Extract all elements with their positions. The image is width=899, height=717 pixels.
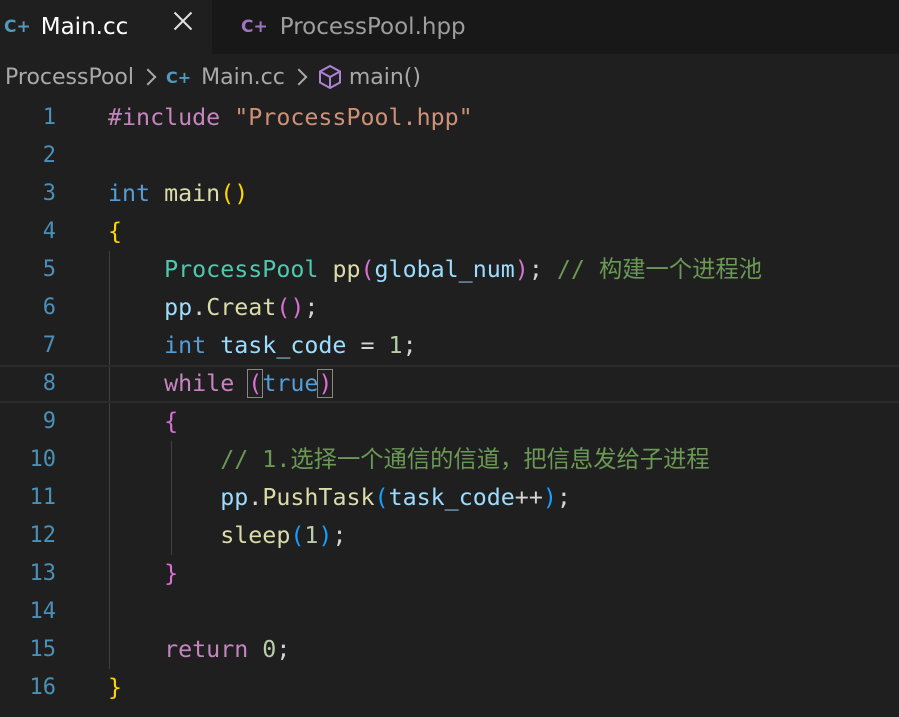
line-number: 3 xyxy=(42,181,56,206)
tab-label: Main.cc xyxy=(40,14,129,40)
cube-method-icon xyxy=(317,64,343,90)
line-number: 7 xyxy=(42,333,56,358)
boolean-literal: true xyxy=(262,370,319,397)
code-line: 3 int main() xyxy=(0,175,899,213)
include-path: "ProcessPool.hpp" xyxy=(234,104,473,131)
argument: task_code xyxy=(388,484,515,511)
breadcrumb-folder[interactable]: ProcessPool xyxy=(5,65,134,90)
tab-bar-empty-area xyxy=(520,0,899,54)
argument: global_num xyxy=(374,256,515,283)
function-name: main xyxy=(164,180,221,207)
control-keyword: while xyxy=(164,370,235,397)
line-number: 16 xyxy=(29,675,57,700)
code-line: 16 } xyxy=(0,669,899,707)
tab-processpool-hpp[interactable]: C+ ProcessPool.hpp xyxy=(213,0,519,54)
code-editor[interactable]: 1 #include "ProcessPool.hpp" 2 3 int mai… xyxy=(0,99,899,717)
line-number: 11 xyxy=(29,485,57,510)
breadcrumb-file[interactable]: Main.cc xyxy=(201,65,285,90)
code-line: 5 ProcessPool pp(global_num); // 构建一个进程池 xyxy=(0,251,899,289)
code-line: 11 pp.PushTask(task_code++); xyxy=(0,479,899,517)
line-number: 13 xyxy=(29,561,57,586)
line-number: 15 xyxy=(29,637,57,662)
variable-name: pp xyxy=(164,294,193,321)
include-directive: #include xyxy=(108,104,221,131)
variable-name: pp xyxy=(332,256,361,283)
cpp-file-icon: C+ xyxy=(4,17,31,37)
line-number: 8 xyxy=(42,371,56,396)
breadcrumb: ProcessPool C+ Main.cc main() xyxy=(0,58,421,96)
variable-name: pp xyxy=(220,484,249,511)
tab-bar: C+ Main.cc C+ ProcessPool.hpp xyxy=(0,0,899,54)
class-name: ProcessPool xyxy=(164,256,319,283)
code-line: 7 int task_code = 1; xyxy=(0,327,899,365)
tab-main-cc[interactable]: C+ Main.cc xyxy=(0,0,212,54)
code-comment: // 构建一个进程池 xyxy=(556,256,763,283)
function-name: sleep xyxy=(220,522,291,549)
code-line: 12 sleep(1); xyxy=(0,517,899,555)
number-literal: 1 xyxy=(304,522,319,549)
chevron-right-icon xyxy=(290,68,308,86)
code-line: 9 { xyxy=(0,403,899,441)
code-line: 15 return 0; xyxy=(0,631,899,669)
line-number: 4 xyxy=(42,219,56,244)
line-number: 14 xyxy=(29,599,57,624)
code-line: 10 // 1.选择一个通信的信道，把信息发给子进程 xyxy=(0,441,899,479)
variable-name: task_code xyxy=(220,332,347,359)
code-comment: // 1.选择一个通信的信道，把信息发给子进程 xyxy=(220,446,710,473)
current-line: 8 while (true) xyxy=(0,365,899,403)
code-line: 6 pp.Creat(); xyxy=(0,289,899,327)
type-keyword: int xyxy=(164,332,207,359)
cpp-file-icon: C+ xyxy=(241,17,268,37)
line-number: 10 xyxy=(29,447,57,472)
line-number: 5 xyxy=(42,257,56,282)
method-name: PushTask xyxy=(262,484,375,511)
number-literal: 1 xyxy=(388,332,403,359)
breadcrumb-symbol[interactable]: main() xyxy=(349,65,421,90)
code-line: 4 { xyxy=(0,213,899,251)
line-number: 12 xyxy=(29,523,57,548)
code-line: 2 xyxy=(0,137,899,175)
line-number: 9 xyxy=(42,409,56,434)
number-literal: 0 xyxy=(262,636,277,663)
cpp-file-icon: C+ xyxy=(165,67,192,87)
line-number: 2 xyxy=(42,143,56,168)
type-keyword: int xyxy=(108,180,151,207)
tab-label: ProcessPool.hpp xyxy=(279,14,466,40)
code-line: 13 } xyxy=(0,555,899,593)
method-name: Creat xyxy=(206,294,277,321)
control-keyword: return xyxy=(164,636,249,663)
line-number: 6 xyxy=(42,295,56,320)
chevron-right-icon xyxy=(139,68,157,86)
code-line: 14 xyxy=(0,593,899,631)
code-line: 1 #include "ProcessPool.hpp" xyxy=(0,99,899,137)
line-number: 1 xyxy=(42,105,56,130)
close-icon[interactable] xyxy=(171,9,195,33)
